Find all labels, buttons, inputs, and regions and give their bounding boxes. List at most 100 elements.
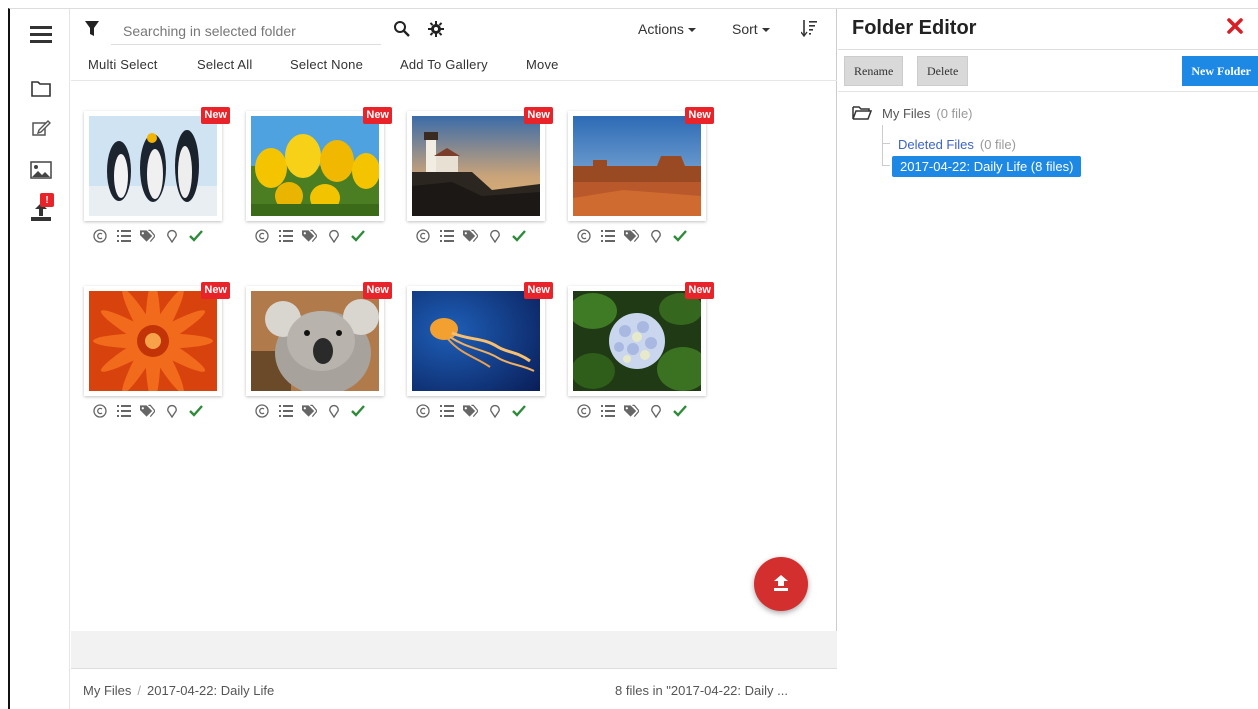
tags-icon[interactable] (463, 403, 478, 418)
check-icon[interactable] (672, 228, 687, 243)
thumbnail-jellyfish[interactable] (407, 286, 545, 396)
copyright-icon[interactable] (92, 228, 107, 243)
copyright-icon[interactable] (576, 228, 591, 243)
file-meta-icons (415, 228, 526, 243)
thumbnail-chrysanthemum[interactable] (84, 286, 222, 396)
breadcrumb: My Files / 2017-04-22: Daily Life (83, 683, 274, 698)
tags-icon[interactable] (140, 403, 155, 418)
grid-bottom-strip (71, 631, 837, 669)
check-icon[interactable] (672, 403, 687, 418)
file-meta-icons (92, 403, 203, 418)
add-to-gallery-button[interactable]: Add To Gallery (400, 57, 488, 72)
edit-icon[interactable] (28, 115, 54, 141)
list-icon[interactable] (600, 228, 615, 243)
list-icon[interactable] (278, 403, 293, 418)
tags-icon[interactable] (624, 403, 639, 418)
desert-image (573, 116, 701, 216)
location-pin-icon[interactable] (326, 228, 341, 243)
breadcrumb-current-folder[interactable]: 2017-04-22: Daily Life (147, 683, 274, 698)
tags-icon[interactable] (624, 228, 639, 243)
tree-line (882, 143, 890, 144)
breadcrumb-my-files[interactable]: My Files (83, 683, 131, 698)
copyright-icon[interactable] (254, 403, 269, 418)
tree-node-deleted-files[interactable]: Deleted Files (0 file) (898, 137, 1016, 152)
actions-dropdown[interactable]: Actions (638, 21, 696, 37)
thumbnail-koala[interactable] (246, 286, 384, 396)
thumbnail-hydrangeas[interactable] (568, 286, 706, 396)
location-pin-icon[interactable] (487, 403, 502, 418)
select-all-button[interactable]: Select All (197, 57, 252, 72)
copyright-icon[interactable] (92, 403, 107, 418)
upload-queue-icon[interactable]: ! (28, 193, 54, 225)
list-icon[interactable] (439, 228, 454, 243)
sort-dropdown[interactable]: Sort (732, 21, 770, 37)
caret-down-icon (761, 28, 770, 33)
select-none-button[interactable]: Select None (290, 57, 363, 72)
sort-order-icon[interactable] (800, 19, 817, 38)
filter-icon[interactable] (85, 21, 99, 37)
search-icon[interactable] (393, 20, 411, 38)
upload-icon (774, 575, 788, 591)
list-icon[interactable] (116, 403, 131, 418)
penguins-image (89, 116, 217, 216)
gear-icon[interactable] (427, 20, 445, 38)
sort-label: Sort (732, 21, 758, 37)
close-icon[interactable] (1226, 17, 1246, 37)
divider (838, 49, 1258, 50)
check-icon[interactable] (188, 403, 203, 418)
new-badge: New (201, 282, 230, 299)
move-button[interactable]: Move (526, 57, 559, 72)
jellyfish-image (412, 291, 540, 391)
copyright-icon[interactable] (576, 403, 591, 418)
tulips-image (251, 116, 379, 216)
location-pin-icon[interactable] (648, 403, 663, 418)
copyright-icon[interactable] (415, 403, 430, 418)
location-pin-icon[interactable] (164, 403, 179, 418)
thumbnail-penguins[interactable] (84, 111, 222, 221)
check-icon[interactable] (350, 403, 365, 418)
thumbnail-desert[interactable] (568, 111, 706, 221)
check-icon[interactable] (188, 228, 203, 243)
copyright-icon[interactable] (254, 228, 269, 243)
copyright-icon[interactable] (415, 228, 430, 243)
location-pin-icon[interactable] (164, 228, 179, 243)
koala-image (251, 291, 379, 391)
tags-icon[interactable] (140, 228, 155, 243)
tags-icon[interactable] (302, 228, 317, 243)
file-meta-icons (576, 403, 687, 418)
tags-icon[interactable] (463, 228, 478, 243)
new-badge: New (524, 282, 553, 299)
rename-button[interactable]: Rename (844, 56, 904, 86)
search-input[interactable] (111, 17, 381, 45)
thumbnail-tulips[interactable] (246, 111, 384, 221)
tree-line (882, 165, 890, 166)
image-icon[interactable] (28, 157, 54, 183)
tags-icon[interactable] (302, 403, 317, 418)
check-icon[interactable] (511, 228, 526, 243)
delete-button[interactable]: Delete (917, 56, 969, 86)
check-icon[interactable] (511, 403, 526, 418)
folder-icon[interactable] (28, 75, 54, 101)
file-meta-icons (92, 228, 203, 243)
list-icon[interactable] (439, 403, 454, 418)
folder-editor-panel: Folder Editor Rename Delete New Folder M… (838, 9, 1258, 709)
check-icon[interactable] (350, 228, 365, 243)
new-folder-button[interactable]: New Folder (1182, 56, 1258, 86)
location-pin-icon[interactable] (487, 228, 502, 243)
folder-open-icon (852, 106, 872, 120)
upload-warning-badge: ! (40, 193, 54, 207)
list-icon[interactable] (600, 403, 615, 418)
hamburger-menu-icon[interactable] (28, 21, 54, 47)
location-pin-icon[interactable] (648, 228, 663, 243)
tree-node-selected-folder[interactable]: 2017-04-22: Daily Life (8 files) (892, 156, 1082, 177)
new-badge: New (201, 107, 230, 124)
new-badge: New (363, 282, 392, 299)
tree-root-my-files[interactable]: My Files (0 file) (852, 105, 973, 121)
list-icon[interactable] (278, 228, 293, 243)
thumbnail-lighthouse[interactable] (407, 111, 545, 221)
multi-select-button[interactable]: Multi Select (88, 57, 158, 72)
list-icon[interactable] (116, 228, 131, 243)
actions-label: Actions (638, 21, 684, 37)
location-pin-icon[interactable] (326, 403, 341, 418)
upload-fab-button[interactable] (754, 557, 808, 611)
